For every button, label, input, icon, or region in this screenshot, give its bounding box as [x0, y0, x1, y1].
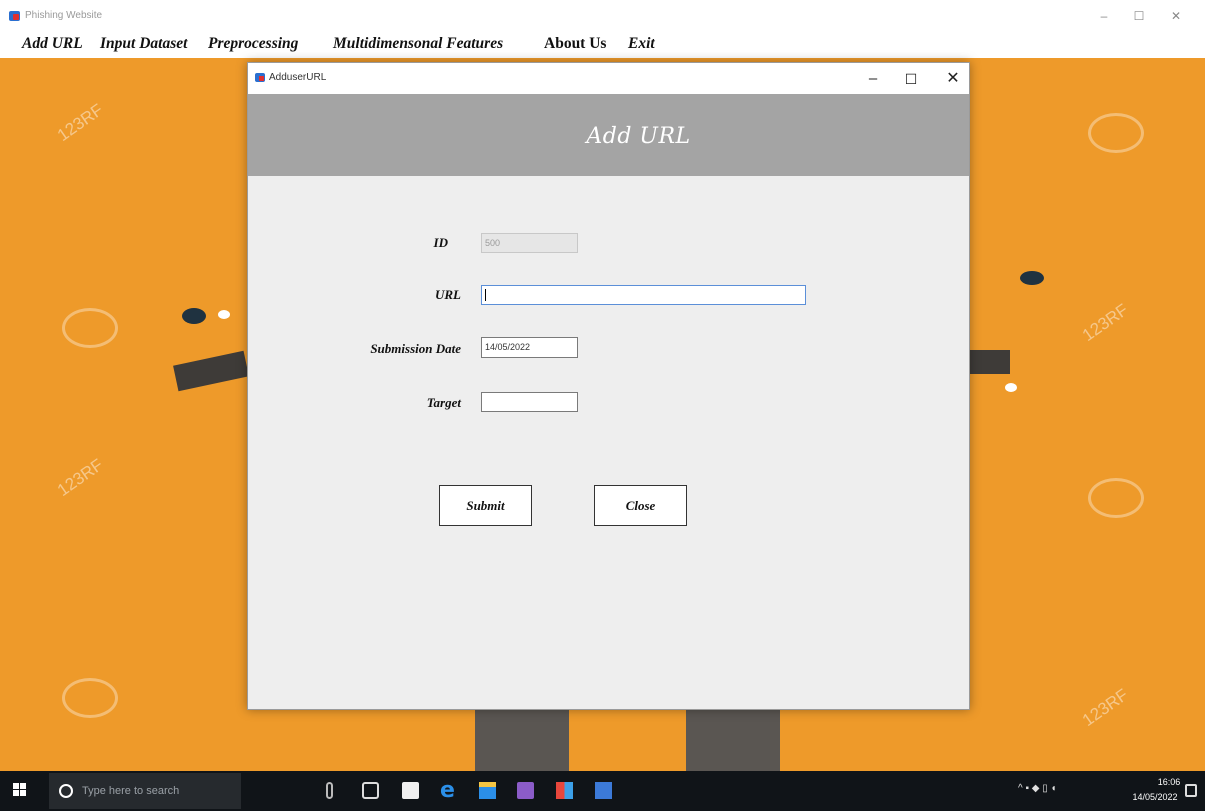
file-explorer-icon[interactable] — [479, 782, 496, 799]
dialog-maximize-button[interactable]: ☐ — [898, 68, 924, 90]
text-caret — [485, 289, 486, 301]
decor-pillar — [686, 710, 780, 771]
url-label: URL — [435, 287, 461, 302]
menu-bar: Add URL Input Dataset Preprocessing Mult… — [0, 32, 1205, 58]
windows-start-button[interactable] — [13, 783, 27, 797]
menu-item-exit[interactable]: Exit — [628, 35, 655, 53]
watermark-logo — [62, 308, 118, 348]
start-logo-tile — [13, 783, 19, 789]
submission-date-label: Submission Date — [370, 341, 461, 356]
watermark-text: 123RF — [53, 455, 107, 501]
visual-studio-icon[interactable] — [517, 782, 534, 799]
microphone-icon[interactable] — [326, 782, 333, 799]
start-logo-tile — [20, 783, 26, 789]
watermark-logo — [62, 678, 118, 718]
watermark-logo — [1088, 113, 1144, 153]
submission-date-field[interactable]: 14/05/2022 — [481, 337, 578, 358]
start-logo-tile — [13, 790, 19, 796]
watermark-logo — [1088, 478, 1144, 518]
running-app-icon[interactable] — [556, 782, 573, 799]
dialog-app-icon — [255, 73, 265, 82]
dialog-titlebar: AdduserURL – ☐ ✕ — [248, 63, 969, 94]
clock-date[interactable]: 14/05/2022 — [1131, 792, 1179, 802]
dialog-header-banner: Add URL — [248, 94, 969, 176]
app-titlebar: Phishing Website – ☐ ✕ — [0, 0, 1205, 32]
dialog-heading: Add URL — [586, 124, 691, 149]
watermark-text: 123RF — [53, 100, 107, 146]
edge-browser-icon[interactable]: e — [440, 780, 457, 802]
app-title: Phishing Website — [25, 10, 103, 21]
menu-item-about-us[interactable]: About Us — [544, 35, 606, 53]
app-minimize-button[interactable]: – — [1094, 7, 1114, 25]
submit-button[interactable]: Submit — [439, 485, 532, 526]
watermark-text: 123RF — [1078, 685, 1132, 731]
menu-item-add-url[interactable]: Add URL — [22, 35, 83, 53]
decor-dot — [218, 310, 230, 319]
menu-item-input-dataset[interactable]: Input Dataset — [100, 35, 187, 53]
search-icon — [59, 784, 73, 798]
watermark-text: 123RF — [1078, 300, 1132, 346]
app-close-button[interactable]: ✕ — [1166, 7, 1186, 25]
search-placeholder: Type here to search — [82, 785, 180, 797]
target-label: Target — [426, 395, 461, 410]
dialog-title: AdduserURL — [269, 72, 327, 83]
url-field[interactable] — [481, 285, 806, 305]
taskbar: Type here to search e ^ ▪ ◆ ▯ ◖ 16:06 14… — [0, 771, 1205, 811]
system-tray[interactable]: ^ ▪ ◆ ▯ ◖ — [1018, 783, 1057, 794]
app-maximize-button[interactable]: ☐ — [1129, 7, 1149, 25]
phishing-app-icon[interactable] — [595, 782, 612, 799]
dialog-close-button[interactable]: ✕ — [940, 68, 966, 90]
close-button[interactable]: Close — [594, 485, 687, 526]
id-label: ID — [433, 235, 448, 250]
taskbar-search-box[interactable]: Type here to search — [49, 773, 241, 809]
target-field[interactable] — [481, 392, 578, 412]
decor-dot — [1005, 383, 1017, 392]
task-view-icon[interactable] — [362, 782, 379, 799]
decor-dot — [1020, 271, 1044, 285]
decor-pillar — [475, 710, 569, 771]
add-url-dialog: AdduserURL – ☐ ✕ Add URL ID 500 URL Subm… — [247, 62, 970, 710]
id-field: 500 — [481, 233, 578, 253]
notification-icon[interactable] — [1185, 784, 1197, 797]
dialog-minimize-button[interactable]: – — [860, 68, 886, 90]
decor-lock — [970, 350, 1010, 374]
decor-dot — [182, 308, 206, 324]
tray-expand[interactable]: ^ — [1018, 783, 1023, 794]
menu-item-preprocessing[interactable]: Preprocessing — [208, 35, 298, 53]
menu-item-multidimensional-features[interactable]: Multidimensonal Features — [333, 35, 503, 53]
app-icon — [9, 11, 20, 21]
decor-card — [173, 350, 249, 392]
store-icon[interactable] — [402, 782, 419, 799]
start-logo-tile — [20, 790, 26, 796]
